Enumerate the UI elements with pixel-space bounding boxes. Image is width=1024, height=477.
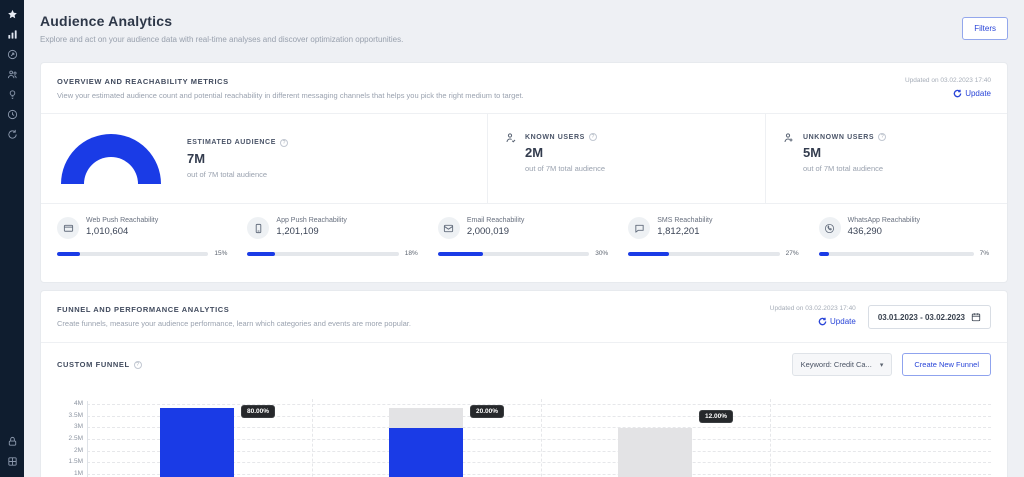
idea-bulb-icon[interactable] — [6, 88, 18, 100]
estimated-audience-caption: out of 7M total audience — [187, 170, 288, 179]
known-user-icon — [505, 132, 517, 144]
reachability-web-push: Web Push Reachability 1,010,604 15% — [57, 217, 247, 257]
sms-icon — [628, 217, 650, 239]
reachability-sms: SMS Reachability 1,812,201 27% — [628, 217, 818, 257]
create-new-funnel-button[interactable]: Create New Funnel — [902, 353, 991, 376]
lock-icon[interactable] — [6, 435, 18, 447]
progress-bar — [247, 252, 398, 256]
custom-funnel-toolbar: CUSTOM FUNNEL Keyword: Credit Ca... Crea… — [41, 343, 1007, 386]
history-clock-icon[interactable] — [6, 108, 18, 120]
users-icon[interactable] — [6, 68, 18, 80]
known-users-value: 2M — [525, 145, 605, 160]
web-push-icon — [57, 217, 79, 239]
funnel-bar-total — [618, 428, 692, 477]
page-subtitle: Explore and act on your audience data wi… — [40, 35, 1008, 44]
progress-bar — [819, 252, 974, 256]
update-refresh-icon — [818, 317, 827, 326]
y-axis-tick: 1.5M — [57, 458, 83, 465]
funnel-bar-converted — [160, 408, 234, 477]
overview-card-header: OVERVIEW AND REACHABILITY METRICS View y… — [41, 63, 1007, 114]
chart-vline — [312, 399, 313, 477]
progress-bar — [57, 252, 208, 256]
info-icon[interactable] — [878, 133, 886, 141]
known-users-block: KNOWN USERS 2M out of 7M total audience — [487, 114, 765, 203]
estimated-audience-block: ESTIMATED AUDIENCE 7M out of 7M total au… — [41, 114, 487, 203]
y-axis-tick: 1M — [57, 470, 83, 477]
compass-icon[interactable] — [6, 48, 18, 60]
unknown-users-caption: out of 7M total audience — [803, 164, 886, 173]
y-axis-line — [87, 401, 88, 477]
known-users-label: KNOWN USERS — [525, 134, 585, 141]
chart-vline — [541, 399, 542, 477]
info-icon[interactable] — [589, 133, 597, 141]
info-icon[interactable] — [280, 139, 288, 147]
sidebar-top-icons — [6, 8, 18, 140]
overview-updated-text: Updated on 03.02.2023 17:40 — [905, 77, 991, 84]
y-axis-tick: 4M — [57, 400, 83, 407]
reachability-row: Web Push Reachability 1,010,604 15% App … — [41, 204, 1007, 257]
custom-funnel-title: CUSTOM FUNNEL — [57, 360, 130, 369]
unknown-users-block: UNKNOWN USERS 5M out of 7M total audienc… — [765, 114, 1007, 203]
app-push-icon — [247, 217, 269, 239]
funnel-updated-text: Updated on 03.02.2023 17:40 — [770, 305, 856, 312]
date-range-picker[interactable]: 03.01.2023 - 03.02.2023 — [868, 305, 991, 329]
y-axis-tick: 2.5M — [57, 435, 83, 442]
keyword-filter-dropdown[interactable]: Keyword: Credit Ca... — [792, 353, 893, 376]
funnel-step-conversion-label: 20.00% — [471, 406, 503, 417]
funnel-card-subtitle: Create funnels, measure your audience pe… — [57, 319, 411, 328]
unknown-users-value: 5M — [803, 145, 886, 160]
star-icon[interactable] — [6, 8, 18, 20]
reachability-whatsapp: WhatsApp Reachability 436,290 7% — [819, 217, 991, 257]
date-range-value: 03.01.2023 - 03.02.2023 — [878, 313, 965, 322]
page-title: Audience Analytics — [40, 13, 1008, 29]
progress-bar — [628, 252, 779, 256]
funnel-step-conversion-label: 12.00% — [700, 411, 732, 422]
funnel-card-header: FUNNEL AND PERFORMANCE ANALYTICS Create … — [41, 291, 1007, 343]
estimated-audience-gauge — [61, 134, 161, 184]
chart-gridline — [87, 404, 991, 405]
estimated-audience-label: ESTIMATED AUDIENCE — [187, 139, 276, 146]
update-refresh-icon — [953, 89, 962, 98]
audience-metrics-row: ESTIMATED AUDIENCE 7M out of 7M total au… — [41, 114, 1007, 204]
chevron-down-icon — [880, 360, 884, 369]
overview-card: OVERVIEW AND REACHABILITY METRICS View y… — [40, 62, 1008, 283]
reachability-email: Email Reachability 2,000,019 30% — [438, 217, 628, 257]
page-header: Audience Analytics Explore and act on yo… — [24, 0, 1024, 44]
main-content: Audience Analytics Explore and act on yo… — [24, 0, 1024, 477]
whatsapp-icon — [819, 217, 841, 239]
reachability-app-push: App Push Reachability 1,201,109 18% — [247, 217, 437, 257]
funnel-card-title: FUNNEL AND PERFORMANCE ANALYTICS — [57, 305, 411, 314]
overview-update-link[interactable]: Update — [905, 89, 991, 98]
sidebar — [0, 0, 24, 477]
funnel-update-link[interactable]: Update — [770, 317, 856, 326]
sidebar-bottom-icons — [6, 435, 18, 467]
apps-grid-icon[interactable] — [6, 455, 18, 467]
funnel-step-conversion-label: 80.00% — [242, 406, 274, 417]
email-icon — [438, 217, 460, 239]
funnel-chart: 4M 3.5M 3M 2.5M 2M 1.5M 1M 80.00% 20.00% 12.00% — [57, 391, 991, 477]
unknown-users-label: UNKNOWN USERS — [803, 134, 874, 141]
chart-vline — [770, 399, 771, 477]
y-axis-tick: 3.5M — [57, 412, 83, 419]
funnel-card: FUNNEL AND PERFORMANCE ANALYTICS Create … — [40, 290, 1008, 477]
overview-card-title: OVERVIEW AND REACHABILITY METRICS — [57, 77, 524, 86]
calendar-icon — [971, 312, 981, 322]
y-axis-tick: 3M — [57, 423, 83, 430]
funnel-bar-converted — [389, 428, 463, 477]
known-users-caption: out of 7M total audience — [525, 164, 605, 173]
info-icon[interactable] — [134, 361, 142, 369]
analytics-bars-icon[interactable] — [6, 28, 18, 40]
unknown-user-icon — [783, 132, 795, 144]
estimated-audience-value: 7M — [187, 151, 288, 166]
overview-card-subtitle: View your estimated audience count and p… — [57, 91, 524, 100]
filters-button[interactable]: Filters — [962, 17, 1008, 40]
progress-bar — [438, 252, 589, 256]
y-axis-tick: 2M — [57, 447, 83, 454]
refresh-icon[interactable] — [6, 128, 18, 140]
